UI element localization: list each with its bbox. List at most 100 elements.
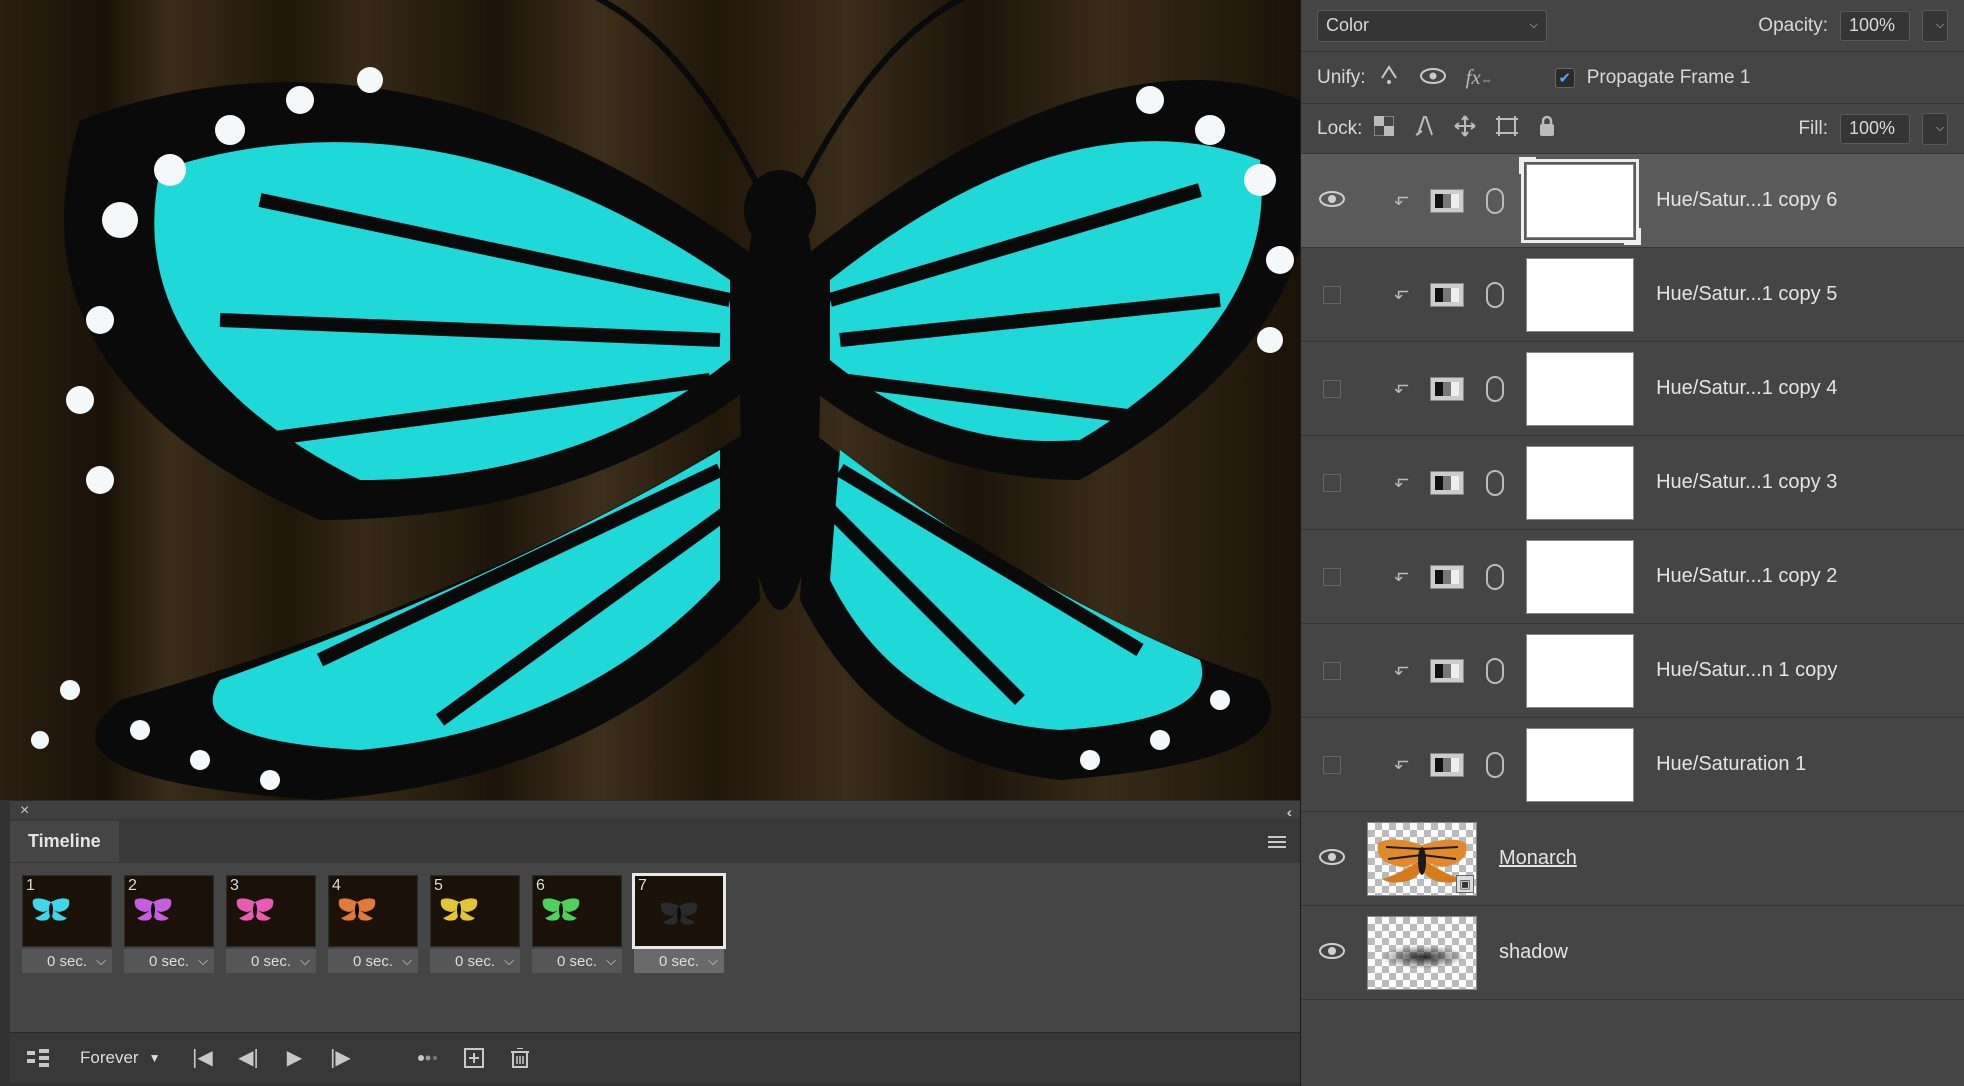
link-mask-icon[interactable]	[1486, 658, 1504, 684]
fill-input[interactable]: 100%	[1840, 114, 1910, 144]
fill-slider-toggle[interactable]: ⌵	[1922, 113, 1948, 145]
visibility-toggle[interactable]	[1323, 286, 1341, 304]
lock-position-icon[interactable]	[1454, 115, 1476, 143]
collapse-icon[interactable]: ‹‹	[1287, 804, 1288, 820]
layer-name[interactable]: Hue/Satur...1 copy 5	[1656, 283, 1837, 306]
close-icon[interactable]: ×	[20, 802, 29, 820]
layer-thumb[interactable]	[1367, 916, 1477, 990]
timeline-frame[interactable]: 2 0 sec.⌵	[124, 875, 214, 973]
timeline-frame[interactable]: 6 0 sec.⌵	[532, 875, 622, 973]
timeline-frame[interactable]: 3 0 sec.⌵	[226, 875, 316, 973]
layer-row[interactable]: shadow	[1301, 906, 1964, 1000]
layer-row[interactable]: ▣ Monarch	[1301, 812, 1964, 906]
layer-row[interactable]: ↳ Hue/Satur...1 copy 6	[1301, 154, 1964, 248]
unify-visibility-icon[interactable]	[1420, 65, 1446, 91]
layer-mask-thumb[interactable]	[1526, 634, 1634, 708]
lock-all-icon[interactable]	[1538, 115, 1556, 143]
lock-artboard-icon[interactable]	[1496, 116, 1518, 142]
layer-name[interactable]: Hue/Saturation 1	[1656, 753, 1806, 776]
propagate-checkbox[interactable]: ✔	[1555, 68, 1575, 88]
layer-mask-thumb[interactable]	[1526, 352, 1634, 426]
frame-thumbnail	[532, 875, 622, 947]
layer-name[interactable]: Hue/Satur...1 copy 2	[1656, 565, 1837, 588]
visibility-toggle[interactable]	[1323, 380, 1341, 398]
layer-row[interactable]: ↳ Hue/Satur...1 copy 2	[1301, 530, 1964, 624]
visibility-toggle[interactable]	[1319, 846, 1345, 872]
tab-timeline[interactable]: Timeline	[10, 821, 119, 862]
link-mask-icon[interactable]	[1486, 470, 1504, 496]
new-frame-button[interactable]	[462, 1048, 486, 1068]
adjustment-thumb-icon	[1430, 283, 1464, 307]
visibility-toggle[interactable]	[1323, 662, 1341, 680]
layer-row[interactable]: ↳ Hue/Satur...1 copy 3	[1301, 436, 1964, 530]
layer-list: ↳ Hue/Satur...1 copy 6 ↳ Hue/Satur...1 c…	[1301, 154, 1964, 1000]
link-mask-icon[interactable]	[1486, 564, 1504, 590]
link-mask-icon[interactable]	[1486, 282, 1504, 308]
layer-row[interactable]: ↳ Hue/Satur...n 1 copy	[1301, 624, 1964, 718]
lock-transparent-icon[interactable]	[1374, 116, 1394, 142]
opacity-input[interactable]: 100%	[1840, 11, 1910, 41]
loop-label: Forever	[80, 1048, 139, 1068]
layer-thumb[interactable]: ▣	[1367, 822, 1477, 896]
opacity-slider-toggle[interactable]: ⌵	[1922, 10, 1948, 42]
layer-row[interactable]: ↳ Hue/Satur...1 copy 4	[1301, 342, 1964, 436]
timeline-frame[interactable]: 5 0 sec.⌵	[430, 875, 520, 973]
layer-name[interactable]: Monarch	[1499, 847, 1577, 870]
link-mask-icon[interactable]	[1486, 752, 1504, 778]
chevron-down-icon: ⌵	[708, 953, 718, 969]
frame-number: 5	[434, 877, 443, 895]
document-canvas[interactable]	[0, 0, 1300, 800]
timeline-frame[interactable]: 1 0 sec.⌵	[22, 875, 112, 973]
tween-button[interactable]	[416, 1050, 440, 1066]
layer-name[interactable]: Hue/Satur...n 1 copy	[1656, 659, 1837, 682]
layer-name[interactable]: Hue/Satur...1 copy 3	[1656, 471, 1837, 494]
layer-row[interactable]: ↳ Hue/Satur...1 copy 5	[1301, 248, 1964, 342]
layer-name[interactable]: Hue/Satur...1 copy 6	[1656, 189, 1837, 212]
play-button[interactable]: ▶	[282, 1045, 306, 1070]
visibility-toggle[interactable]	[1319, 188, 1345, 214]
unify-position-icon[interactable]	[1378, 64, 1400, 92]
frame-delay[interactable]: 0 sec.⌵	[634, 949, 724, 973]
butterfly-image	[0, 0, 1300, 800]
frame-thumbnail	[124, 875, 214, 947]
visibility-toggle[interactable]	[1319, 940, 1345, 966]
layer-mask-thumb[interactable]	[1526, 728, 1634, 802]
frame-delay[interactable]: 0 sec.⌵	[328, 949, 418, 973]
lock-pixels-icon[interactable]	[1414, 115, 1434, 143]
frame-thumbnail	[430, 875, 520, 947]
clip-indicator-icon: ↳	[1390, 381, 1411, 396]
convert-timeline-icon[interactable]	[26, 1049, 50, 1067]
layer-name[interactable]: Hue/Satur...1 copy 4	[1656, 377, 1837, 400]
frame-number: 3	[230, 877, 239, 895]
unify-style-icon[interactable]: fx⇔	[1466, 65, 1493, 90]
layer-row[interactable]: ↳ Hue/Saturation 1	[1301, 718, 1964, 812]
frame-delay[interactable]: 0 sec.⌵	[532, 949, 622, 973]
adjustment-thumb-icon	[1430, 565, 1464, 589]
link-mask-icon[interactable]	[1486, 188, 1504, 214]
prev-frame-button[interactable]: ◀|	[236, 1045, 260, 1070]
layer-name[interactable]: shadow	[1499, 941, 1568, 964]
panel-menu-icon[interactable]	[1268, 833, 1286, 851]
delete-frame-button[interactable]	[508, 1048, 532, 1068]
visibility-toggle[interactable]	[1323, 756, 1341, 774]
timeline-frame[interactable]: 7 0 sec.⌵	[634, 875, 724, 973]
layer-mask-thumb[interactable]	[1526, 164, 1634, 238]
visibility-toggle[interactable]	[1323, 474, 1341, 492]
layer-mask-thumb[interactable]	[1526, 258, 1634, 332]
layer-mask-thumb[interactable]	[1526, 446, 1634, 520]
chevron-down-icon: ⌵	[606, 953, 616, 969]
loop-select[interactable]: Forever ▼	[72, 1048, 168, 1068]
layers-panel: Color ⌵ Opacity: 100% ⌵ Unify: fx⇔ ✔ Pro…	[1300, 0, 1964, 1086]
timeline-frame[interactable]: 4 0 sec.⌵	[328, 875, 418, 973]
visibility-toggle[interactable]	[1323, 568, 1341, 586]
link-mask-icon[interactable]	[1486, 376, 1504, 402]
blend-mode-select[interactable]: Color ⌵	[1317, 10, 1547, 42]
frame-delay[interactable]: 0 sec.⌵	[226, 949, 316, 973]
layer-mask-thumb[interactable]	[1526, 540, 1634, 614]
frame-delay[interactable]: 0 sec.⌵	[22, 949, 112, 973]
adjustment-thumb-icon	[1430, 753, 1464, 777]
next-frame-button[interactable]: |▶	[328, 1045, 352, 1070]
frame-delay[interactable]: 0 sec.⌵	[430, 949, 520, 973]
first-frame-button[interactable]: |◀	[190, 1045, 214, 1070]
frame-delay[interactable]: 0 sec.⌵	[124, 949, 214, 973]
